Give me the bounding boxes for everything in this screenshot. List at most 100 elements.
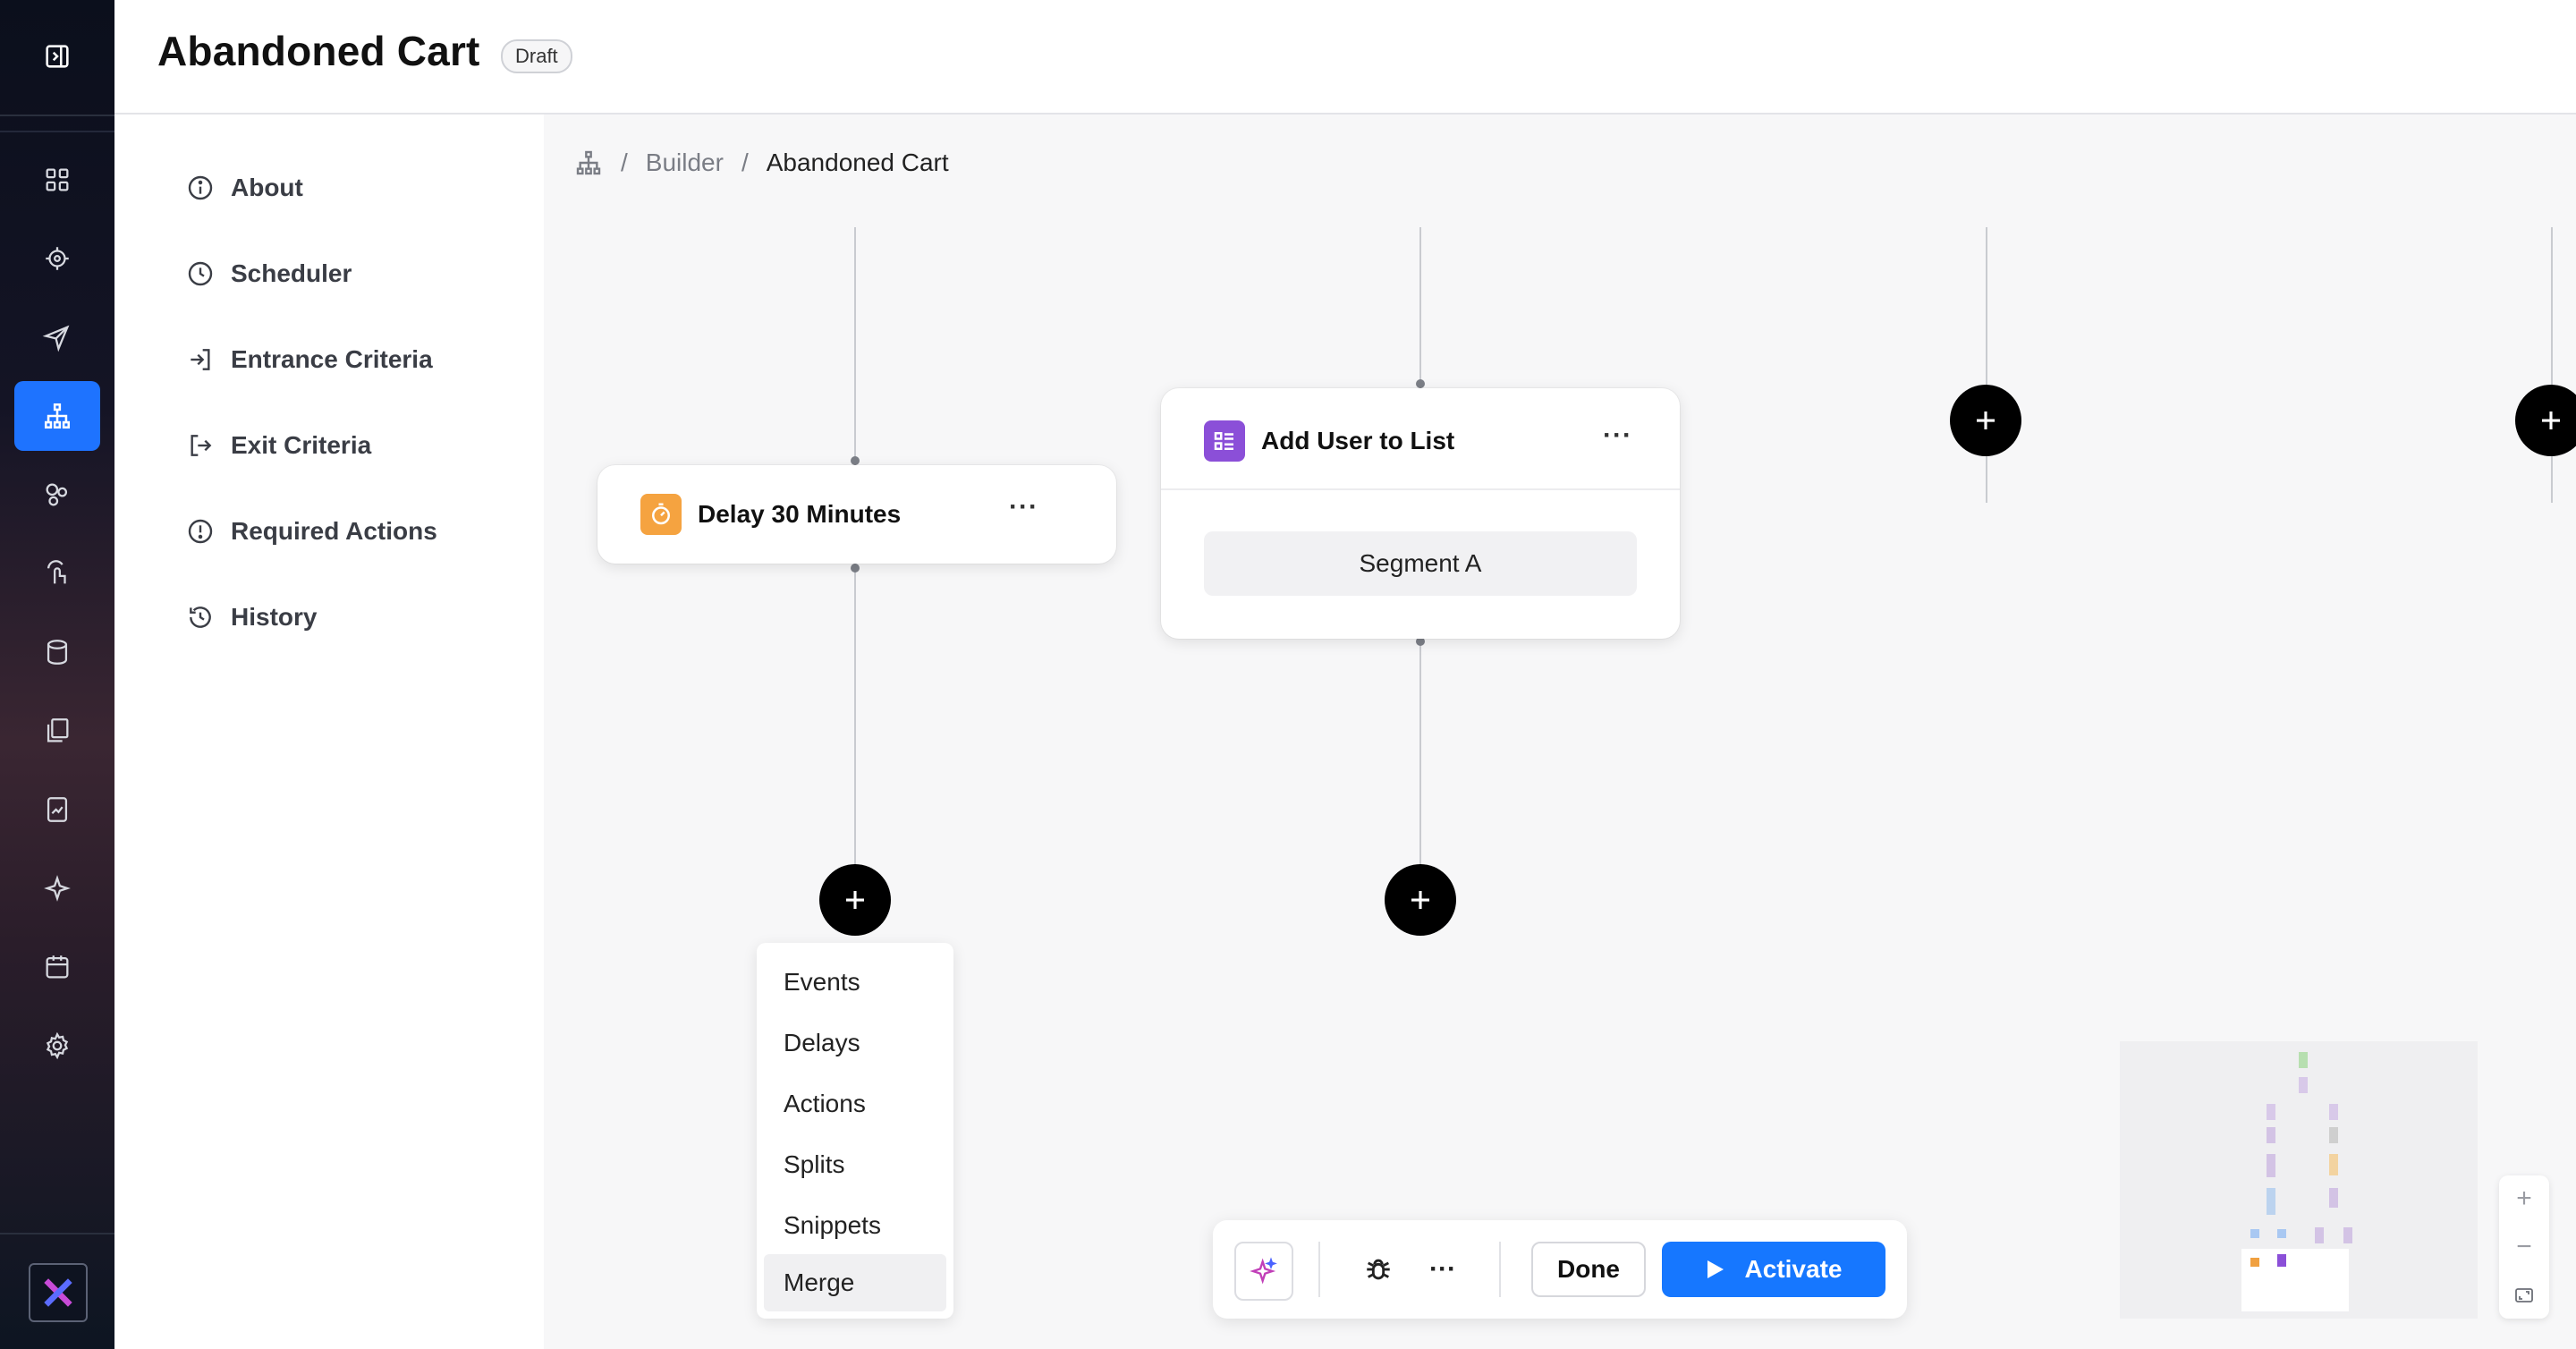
breadcrumb: / Builder / Abandoned Cart xyxy=(574,148,949,177)
minimap-node xyxy=(2329,1188,2338,1208)
add-step-button[interactable] xyxy=(1385,864,1456,936)
target-icon[interactable] xyxy=(14,224,100,293)
menu-item-merge[interactable]: Merge xyxy=(764,1254,946,1311)
journey-settings-menu: About Scheduler Entrance Criteria Exit C… xyxy=(114,115,544,1349)
minimap-node xyxy=(2277,1229,2286,1238)
rail-divider xyxy=(0,115,114,116)
zoom-out-button[interactable]: − xyxy=(2499,1224,2549,1270)
minimap-node xyxy=(2250,1229,2259,1238)
minimap-node xyxy=(2329,1127,2338,1143)
minimap-node xyxy=(2343,1227,2352,1243)
node-more-button[interactable]: ··· xyxy=(1009,492,1038,522)
ai-sparkle-icon xyxy=(1250,1257,1277,1285)
add-user-to-list-node[interactable]: Add User to List ··· Segment A xyxy=(1161,388,1680,639)
menu-item-actions[interactable]: Actions xyxy=(764,1075,946,1133)
enter-icon xyxy=(191,349,210,370)
menu-item-scheduler[interactable]: Scheduler xyxy=(186,254,352,293)
play-icon xyxy=(1707,1260,1724,1278)
toolbar-divider xyxy=(1499,1242,1501,1297)
page-title: Abandoned Cart xyxy=(157,28,480,74)
calendar-icon[interactable] xyxy=(14,932,100,1002)
menu-item-delays[interactable]: Delays xyxy=(764,1014,946,1072)
node-header: Add User to List xyxy=(1204,420,1454,462)
connector-line xyxy=(1986,227,1987,503)
connector-handle[interactable] xyxy=(1416,379,1425,388)
builder-toolbar: ··· Done Activate xyxy=(1213,1220,1907,1319)
add-step-button[interactable] xyxy=(1950,385,2021,456)
timer-icon xyxy=(640,494,682,535)
minimap-node xyxy=(2267,1127,2275,1143)
node-more-button[interactable]: ··· xyxy=(1603,420,1632,451)
more-options-button[interactable]: ··· xyxy=(1420,1247,1465,1292)
menu-item-about[interactable]: About xyxy=(186,168,303,208)
minimap-node xyxy=(2315,1227,2324,1243)
breadcrumb-builder[interactable]: Builder xyxy=(646,148,724,177)
add-step-menu: Events Delays Actions Splits Snippets Me… xyxy=(757,943,953,1319)
settings-icon[interactable] xyxy=(14,1011,100,1081)
journey-icon[interactable] xyxy=(14,381,100,451)
send-icon[interactable] xyxy=(14,302,100,372)
rail-divider xyxy=(0,1233,114,1234)
minimap-node xyxy=(2250,1258,2259,1267)
touch-icon[interactable] xyxy=(14,539,100,608)
connector-line xyxy=(2551,227,2553,503)
breadcrumb-separator: / xyxy=(741,148,749,176)
minimap-node xyxy=(2277,1254,2286,1267)
plus-icon xyxy=(846,891,864,909)
node-title: Add User to List xyxy=(1261,427,1455,454)
ai-sparkle-icon[interactable] xyxy=(14,853,100,923)
status-badge: Draft xyxy=(501,39,572,73)
menu-item-label: Exit Criteria xyxy=(231,431,372,459)
menu-item-required-actions[interactable]: Required Actions xyxy=(186,512,437,551)
panel-collapse-icon[interactable] xyxy=(14,21,100,91)
app-rail xyxy=(0,0,114,1349)
app-logo[interactable] xyxy=(29,1263,88,1322)
menu-item-entrance-criteria[interactable]: Entrance Criteria xyxy=(186,340,433,379)
journey-icon xyxy=(576,150,601,175)
debug-button[interactable] xyxy=(1356,1247,1401,1292)
menu-item-label: History xyxy=(231,603,318,631)
menu-item-history[interactable]: History xyxy=(186,598,317,637)
plus-icon xyxy=(2542,411,2560,429)
info-icon xyxy=(188,175,213,200)
reports-icon[interactable] xyxy=(14,775,100,844)
breadcrumb-separator: / xyxy=(621,148,628,176)
database-icon[interactable] xyxy=(14,617,100,687)
list-icon xyxy=(1204,420,1245,462)
fit-view-button[interactable] xyxy=(2499,1272,2549,1319)
done-button[interactable]: Done xyxy=(1531,1242,1646,1297)
zoom-controls: + − xyxy=(2499,1175,2549,1319)
add-step-button[interactable] xyxy=(2515,385,2576,456)
dashboard-icon[interactable] xyxy=(14,145,100,215)
exit-icon xyxy=(191,435,212,456)
zoom-in-button[interactable]: + xyxy=(2499,1175,2549,1222)
breadcrumb-current: Abandoned Cart xyxy=(766,148,949,176)
toolbar-divider xyxy=(1318,1242,1320,1297)
menu-item-splits[interactable]: Splits xyxy=(764,1136,946,1193)
minimap[interactable] xyxy=(2120,1041,2478,1319)
alert-circle-icon xyxy=(188,519,213,544)
page-header: Abandoned Cart Draft xyxy=(114,0,2576,115)
menu-item-events[interactable]: Events xyxy=(764,954,946,1011)
history-icon xyxy=(190,607,211,628)
delay-node[interactable]: Delay 30 Minutes ··· xyxy=(597,465,1116,564)
node-header: Delay 30 Minutes xyxy=(640,494,901,535)
connector-handle[interactable] xyxy=(851,456,860,465)
ai-assist-button[interactable] xyxy=(1234,1242,1293,1301)
menu-item-exit-criteria[interactable]: Exit Criteria xyxy=(186,426,371,465)
segment-chip[interactable]: Segment A xyxy=(1204,531,1637,596)
connector-handle[interactable] xyxy=(851,564,860,573)
menu-item-label: About xyxy=(231,174,303,201)
menu-item-label: Entrance Criteria xyxy=(231,345,433,373)
segments-icon[interactable] xyxy=(14,460,100,530)
templates-icon[interactable] xyxy=(14,696,100,766)
fit-view-icon xyxy=(2515,1288,2533,1302)
minimap-node xyxy=(2329,1154,2338,1175)
menu-item-snippets[interactable]: Snippets xyxy=(764,1197,946,1254)
menu-item-label: Required Actions xyxy=(231,517,437,545)
plus-icon xyxy=(1411,891,1429,909)
activate-button[interactable]: Activate xyxy=(1662,1242,1885,1297)
plus-icon xyxy=(1977,411,1995,429)
menu-item-label: Scheduler xyxy=(231,259,352,287)
add-step-button[interactable] xyxy=(819,864,891,936)
